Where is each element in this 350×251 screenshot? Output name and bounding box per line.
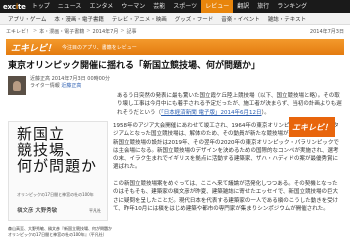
subnav-item-books[interactable]: 本・漫画・電子書籍 bbox=[50, 15, 108, 23]
ekireview-banner[interactable]: エキレビ！ 今注目のアプリ、書籍をレビュー bbox=[6, 39, 344, 55]
book-cover-author: 槇文彦 大野秀敏 bbox=[17, 208, 58, 214]
breadcrumb-item-ekireview[interactable]: エキレビ！ bbox=[6, 28, 31, 35]
subnav-item-music[interactable]: 音楽・イベント bbox=[217, 15, 264, 23]
banner-logo: エキレビ！ bbox=[11, 43, 57, 54]
nav-item-top[interactable]: トップ bbox=[28, 0, 54, 13]
banner-tagline: 今注目のアプリ、書籍をレビュー bbox=[62, 44, 137, 51]
article-byline: 近藤正高 2014年7月3日 00時00分 bbox=[30, 76, 110, 82]
breadcrumb-separator: > bbox=[120, 28, 125, 34]
article-title: 東京オリンピック開催に揺れる「新国立競技場、何が問題か」 bbox=[8, 61, 261, 71]
breadcrumb-separator: > bbox=[86, 28, 91, 34]
nav-item-news[interactable]: ニュース bbox=[54, 0, 86, 13]
book-cover-title: 新国立 競技場、 何が問題か bbox=[17, 125, 98, 175]
header-date: 2014年7月3日 bbox=[309, 28, 344, 35]
book-cover-image[interactable]: 新国立 競技場、 何が問題か オリンピックの17日間と神宮の杜の100年 槇文彦… bbox=[8, 121, 108, 221]
nav-item-review[interactable]: レビュー bbox=[201, 0, 234, 13]
nav-item-ranking[interactable]: ランキング bbox=[273, 0, 311, 13]
article-meta-text: 近藤正高 2014年7月3日 00時00分 ライター情報 近藤正高 bbox=[30, 76, 110, 90]
author-info-link[interactable]: ライター情報 近藤正高 bbox=[30, 83, 110, 90]
site-logo[interactable]: excite bbox=[3, 3, 26, 11]
book-caption: 森山高至、大野秀敏、槇文彦『新国立競技場、何が問題か オリンピックの17日間と神… bbox=[8, 226, 116, 237]
breadcrumb-item-article: 記事 bbox=[126, 28, 137, 35]
nav-item-woman[interactable]: ウーマン bbox=[117, 0, 149, 13]
author-name-link[interactable]: 近藤正高 bbox=[61, 83, 81, 89]
breadcrumb: エキレビ！ > 本・漫画・電子書籍 > 2014年7月 > 記事 2014年7月… bbox=[0, 25, 350, 37]
book-cover-subtitle: オリンピックの17日間と神宮の杜の100年 bbox=[17, 192, 94, 197]
review-category-nav: アプリ・ゲーム 本・漫画・電子書籍 テレビ・アニメ・映画 グッズ・フード 音楽・… bbox=[0, 13, 350, 25]
ekireview-badge: エキレビ！ bbox=[289, 117, 335, 137]
top-navigation-bar: excite トップ ニュース エンタメ ウーマン 芸能 スポーツ レビュー 翻… bbox=[0, 0, 350, 13]
book-cover-publisher: 平凡社 bbox=[89, 208, 101, 213]
subnav-item-goods[interactable]: グッズ・フード bbox=[171, 15, 218, 23]
nav-item-sports[interactable]: スポーツ bbox=[169, 0, 201, 13]
nav-item-entame[interactable]: エンタメ bbox=[85, 0, 117, 13]
article-body: あるう日突然の発表に最も驚いた国立霞ケ丘陸上競技場（以下、国立競技場と略）。その… bbox=[8, 92, 342, 117]
article-paragraph-3: この新国立競技場案をめぐっては、ここへ来て議論が活発化しつつある。その契機となっ… bbox=[113, 181, 339, 212]
article-paragraph-1: あるう日突然の発表に最も驚いた国立霞ケ丘陸上競技場（以下、国立競技場と略）。その… bbox=[117, 93, 342, 116]
nav-item-travel[interactable]: 旅行 bbox=[253, 0, 273, 13]
subnav-item-apps[interactable]: アプリ・ゲーム bbox=[4, 15, 50, 23]
breadcrumb-item-books[interactable]: 本・漫画・電子書籍 bbox=[39, 28, 84, 35]
source-link[interactable]: 「日本経済新聞 電子版」2014年6月12日 bbox=[161, 110, 262, 116]
author-silhouette bbox=[13, 80, 21, 91]
nav-item-geinou[interactable]: 芸能 bbox=[149, 0, 169, 13]
breadcrumb-separator: > bbox=[33, 28, 38, 34]
subnav-item-magazines[interactable]: 雑誌・テキスト bbox=[264, 15, 310, 23]
breadcrumb-item-month[interactable]: 2014年7月 bbox=[92, 28, 118, 35]
subnav-item-tv[interactable]: テレビ・アニメ・映画 bbox=[108, 15, 171, 23]
nav-item-translate[interactable]: 翻訳 bbox=[233, 0, 253, 13]
